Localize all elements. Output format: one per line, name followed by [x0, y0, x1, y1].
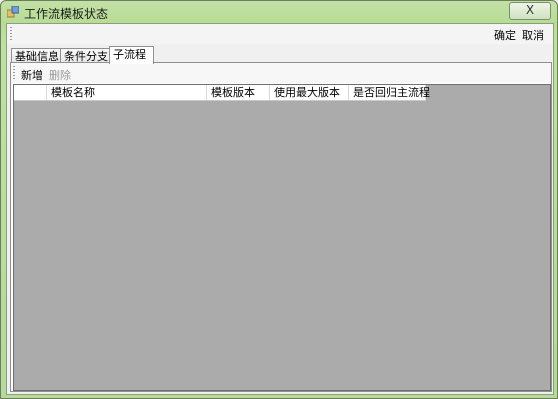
row-header-corner[interactable]	[14, 85, 47, 100]
title-bar[interactable]: 工作流模板状态 X	[1, 1, 557, 23]
app-window: 工作流模板状态 X 确定 取消 基础信息 条件分支 子流程 新增 删除 模板名称…	[0, 0, 558, 399]
client-area: 确定 取消 基础信息 条件分支 子流程 新增 删除 模板名称 模板版本 使用最大…	[6, 23, 554, 395]
column-header-max-version[interactable]: 使用最大版本	[270, 85, 349, 100]
window-title: 工作流模板状态	[24, 7, 109, 21]
cancel-button[interactable]: 取消	[522, 27, 544, 43]
close-icon: X	[525, 3, 535, 17]
main-toolbar: 确定 取消	[7, 24, 553, 44]
column-header-template-name[interactable]: 模板名称	[47, 85, 207, 100]
subprocess-grid[interactable]: 模板名称 模板版本 使用最大版本 是否回归主流程	[13, 84, 551, 391]
ok-button[interactable]: 确定	[494, 27, 516, 43]
column-header-template-version[interactable]: 模板版本	[207, 85, 270, 100]
delete-button[interactable]: 删除	[49, 67, 71, 83]
app-icon	[6, 5, 20, 18]
toolbar-grip-icon[interactable]	[13, 66, 15, 80]
tab-subprocess[interactable]: 子流程	[109, 46, 154, 64]
subprocess-toolbar: 新增 删除	[11, 63, 551, 83]
column-header-return-main[interactable]: 是否回归主流程	[349, 85, 430, 100]
close-button[interactable]: X	[509, 2, 551, 20]
add-button[interactable]: 新增	[21, 67, 43, 83]
subprocess-tab-page: 新增 删除 模板名称 模板版本 使用最大版本 是否回归主流程	[10, 62, 552, 392]
grid-header: 模板名称 模板版本 使用最大版本 是否回归主流程	[14, 85, 430, 101]
toolbar-grip-icon[interactable]	[10, 27, 12, 41]
